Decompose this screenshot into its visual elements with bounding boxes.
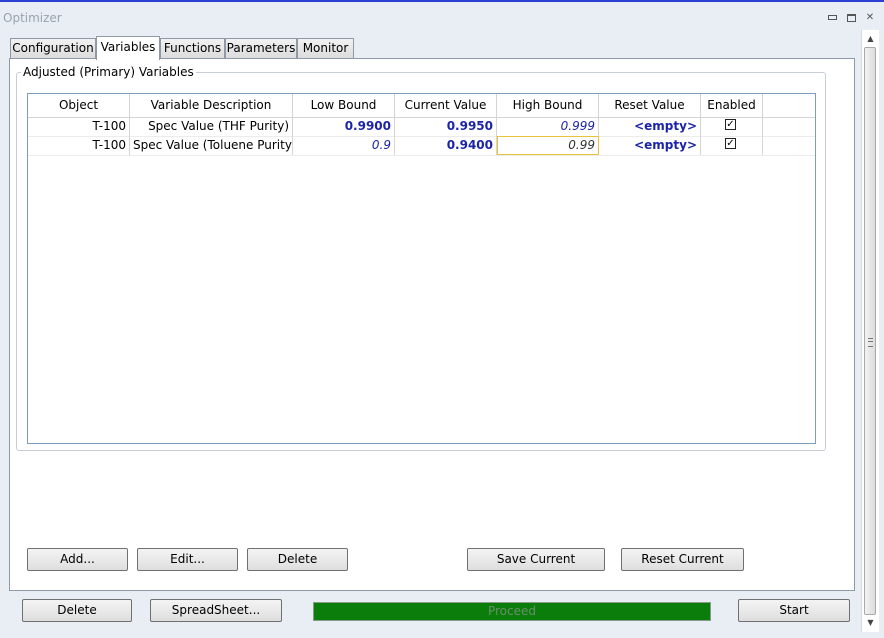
header-enabled[interactable]: Enabled: [701, 94, 763, 117]
cell-low-bound[interactable]: 0.9: [293, 136, 395, 155]
cell-enabled: ✓: [701, 136, 763, 155]
cell-filler: [763, 117, 815, 136]
enabled-checkbox[interactable]: ✓: [725, 119, 736, 130]
cell-current-value[interactable]: 0.9950: [395, 117, 497, 136]
header-filler: [763, 94, 815, 117]
cell-reset-value[interactable]: <empty>: [599, 136, 701, 155]
tab-functions[interactable]: Functions: [160, 38, 225, 58]
status-progress-bar: Proceed: [313, 602, 711, 621]
scroll-up-icon[interactable]: ▲: [862, 32, 879, 46]
table-row[interactable]: T-100 Spec Value (THF Purity) 0.9900 0.9…: [28, 117, 815, 137]
cell-current-value[interactable]: 0.9400: [395, 136, 497, 155]
table-row[interactable]: T-100 Spec Value (Toluene Purity) 0.9 0.…: [28, 136, 815, 156]
minimize-icon[interactable]: [826, 12, 838, 24]
header-object[interactable]: Object: [28, 94, 130, 117]
header-high-bound[interactable]: High Bound: [497, 94, 599, 117]
title-bar: Optimizer ✕: [0, 4, 884, 30]
start-button[interactable]: Start: [738, 599, 850, 622]
cell-high-bound-editing[interactable]: 0.99: [497, 136, 599, 155]
delete-variable-button[interactable]: Delete: [247, 548, 348, 571]
tab-variables[interactable]: Variables: [96, 36, 160, 60]
group-title: Adjusted (Primary) Variables: [21, 65, 196, 79]
header-low-bound[interactable]: Low Bound: [293, 94, 395, 117]
cell-low-bound[interactable]: 0.9900: [293, 117, 395, 136]
tab-parameters[interactable]: Parameters: [225, 38, 297, 58]
cell-object[interactable]: T-100: [28, 136, 130, 155]
enabled-checkbox[interactable]: ✓: [725, 138, 736, 149]
scroll-down-icon[interactable]: ▼: [862, 616, 879, 630]
delete-button[interactable]: Delete: [22, 599, 132, 622]
cell-object[interactable]: T-100: [28, 117, 130, 136]
reset-current-button[interactable]: Reset Current: [621, 548, 744, 571]
spreadsheet-button[interactable]: SpreadSheet...: [150, 599, 282, 622]
cell-description[interactable]: Spec Value (Toluene Purity): [130, 136, 293, 155]
cell-enabled: ✓: [701, 117, 763, 136]
optimizer-window: Optimizer ✕ Configuration Variables Func…: [0, 0, 884, 638]
header-reset-value[interactable]: Reset Value: [599, 94, 701, 117]
save-current-button[interactable]: Save Current: [467, 548, 605, 571]
vertical-scrollbar[interactable]: ▲ ▼: [861, 30, 879, 632]
header-description[interactable]: Variable Description: [130, 94, 293, 117]
cell-description[interactable]: Spec Value (THF Purity): [130, 117, 293, 136]
variables-grid[interactable]: Object Variable Description Low Bound Cu…: [27, 93, 816, 444]
tab-configuration[interactable]: Configuration: [10, 38, 96, 58]
window-title: Optimizer: [3, 11, 62, 25]
header-current-value[interactable]: Current Value: [395, 94, 497, 117]
cell-high-bound[interactable]: 0.999: [497, 117, 599, 136]
maximize-icon[interactable]: [845, 12, 857, 24]
grid-header: Object Variable Description Low Bound Cu…: [28, 94, 815, 118]
edit-button[interactable]: Edit...: [137, 548, 238, 571]
cell-reset-value[interactable]: <empty>: [599, 117, 701, 136]
cell-filler: [763, 136, 815, 155]
scroll-thumb[interactable]: [864, 47, 876, 615]
close-icon[interactable]: ✕: [864, 12, 876, 24]
tab-monitor[interactable]: Monitor: [297, 38, 354, 58]
add-button[interactable]: Add...: [27, 548, 128, 571]
